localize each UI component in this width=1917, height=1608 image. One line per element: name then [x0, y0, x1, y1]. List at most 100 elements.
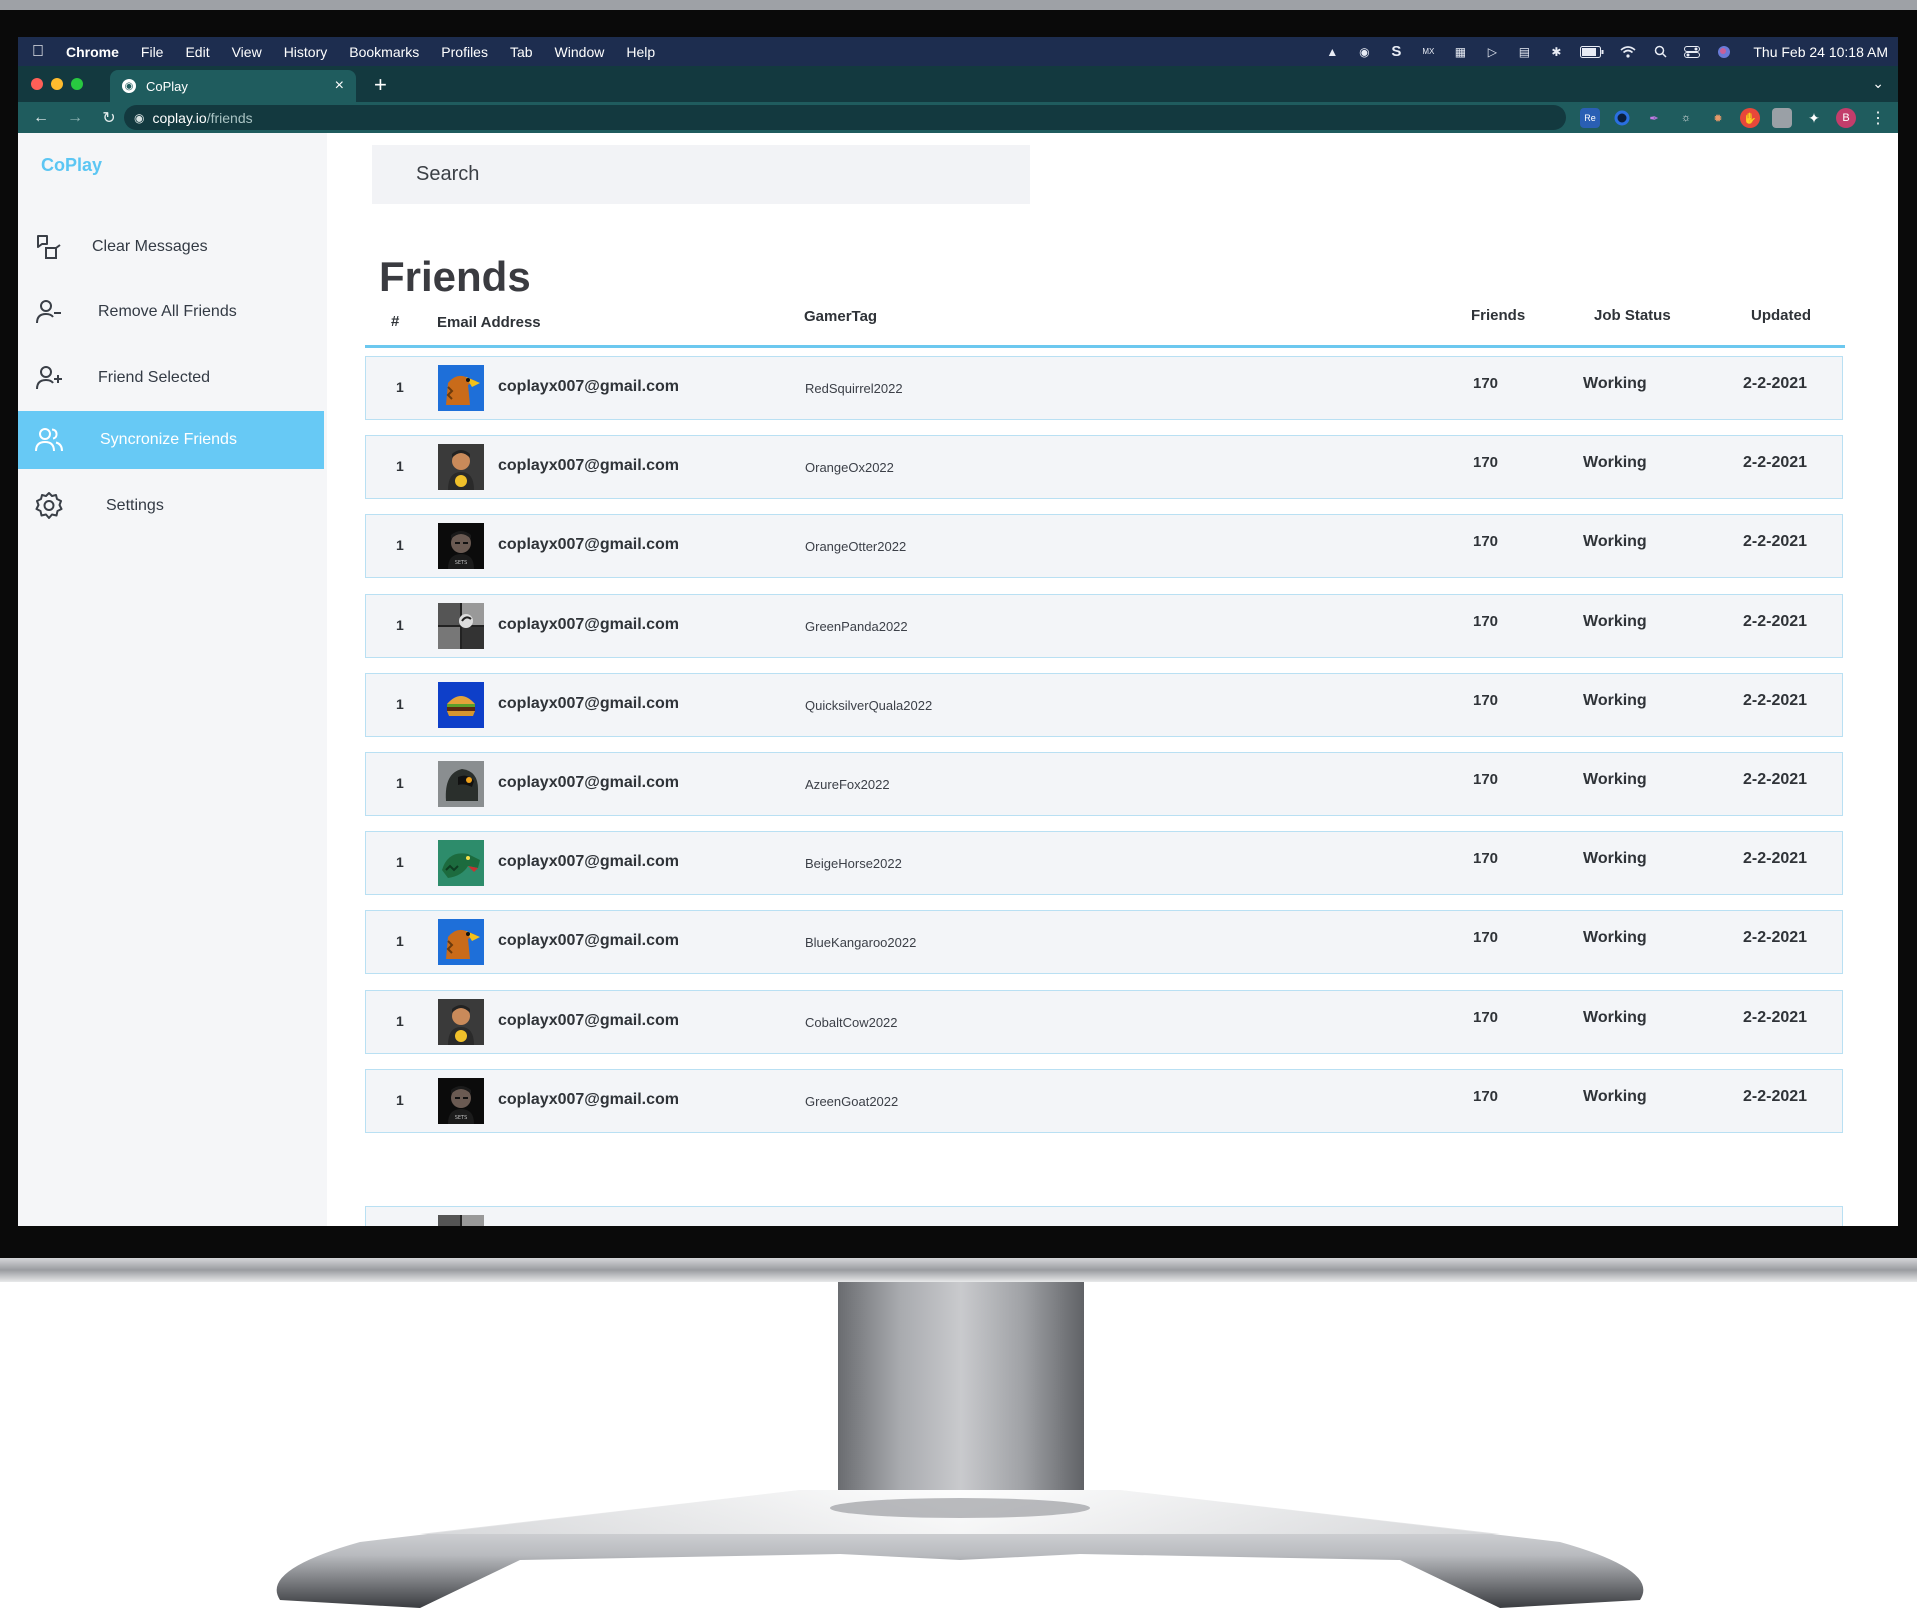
menu-help[interactable]: Help — [626, 44, 655, 60]
dino-avatar — [438, 840, 484, 887]
extension-eye-icon[interactable]: ☼ — [1676, 108, 1696, 128]
extension-cog-icon[interactable]: ✹ — [1708, 108, 1728, 128]
clear-messages-icon — [37, 235, 61, 259]
close-window-button[interactable] — [31, 78, 43, 90]
menu-window[interactable]: Window — [555, 44, 605, 60]
grid-icon[interactable]: ▦ — [1451, 44, 1469, 60]
apple-icon[interactable]:  — [32, 43, 48, 61]
row-email: coplayx007@gmail.com — [498, 615, 680, 633]
sidebar-item-syncronize-friends[interactable]: Syncronize Friends — [18, 411, 324, 469]
extensions-puzzle-icon[interactable]: ✦ — [1804, 108, 1824, 128]
menu-file[interactable]: File — [141, 44, 164, 60]
row-number: 1 — [396, 537, 404, 554]
battery-icon[interactable] — [1579, 44, 1605, 60]
profile-avatar[interactable]: B — [1836, 108, 1856, 128]
mx-icon[interactable]: MX — [1419, 44, 1437, 60]
back-arrow-icon[interactable]: ← — [30, 109, 52, 127]
svg-text:SETS: SETS — [455, 560, 468, 566]
menu-history[interactable]: History — [284, 44, 328, 60]
row-friends-count: 170 — [1473, 771, 1499, 788]
row-email: coplayx007@gmail.com — [498, 853, 680, 871]
table-row[interactable]: 1 SETS coplayx007@gmail.com GreenGoat2022 17… — [365, 1068, 1843, 1133]
row-email: coplayx007@gmail.com — [498, 1090, 680, 1108]
sidebar-item-remove-all-friends[interactable]: Remove All Friends — [18, 283, 324, 341]
row-updated-date: 2-2-2021 — [1743, 771, 1808, 788]
table-row[interactable]: 1 coplayx007@gmail.com BlueKangaroo2022 170… — [365, 910, 1843, 975]
row-email: coplayx007@gmail.com — [498, 378, 680, 395]
wifi-icon[interactable] — [1619, 44, 1637, 60]
window-controls — [31, 78, 83, 90]
page-title: Friends — [379, 253, 531, 300]
maximize-window-button[interactable] — [71, 78, 83, 90]
spotlight-icon[interactable] — [1651, 44, 1669, 60]
table-row[interactable]: 1 coplayx007@gmail.com QuicksilverQuala202… — [365, 672, 1843, 737]
url-path: /friends — [206, 109, 253, 126]
column-header-gamertag[interactable]: GamerTag — [804, 308, 877, 325]
globe-icon[interactable]: ◉ — [1355, 44, 1373, 60]
reload-icon[interactable]: ↻ — [98, 108, 120, 128]
row-gamertag: GreenGoat2022 — [805, 1093, 899, 1109]
new-tab-button[interactable]: + — [374, 72, 387, 98]
drive-icon[interactable]: ▲ — [1323, 44, 1341, 60]
site-info-icon[interactable]: ◉ — [134, 111, 144, 125]
s-icon[interactable]: S — [1387, 43, 1405, 60]
dark-face-avatar: SETS — [438, 1077, 484, 1124]
table-row[interactable]: 1 SETS coplayx007@gmail.com OrangeOtter2022… — [365, 514, 1843, 579]
table-row[interactable]: 1 coplayx007@gmail.com BeigeHorse2022 170 Wo… — [365, 831, 1843, 896]
menubar-clock[interactable]: Thu Feb 24 10:18 AM — [1753, 44, 1888, 60]
column-header-friends[interactable]: Friends — [1471, 307, 1525, 324]
chrome-menu-icon[interactable]: ⋮ — [1868, 108, 1888, 128]
sidebar-item-clear-messages[interactable]: Clear Messages — [18, 218, 324, 276]
browser-tab-strip: ◉ CoPlay × + ⌄ — [18, 66, 1898, 102]
row-number: 1 — [396, 458, 404, 475]
row-updated-date: 2-2-2021 — [1743, 850, 1808, 868]
siri-icon[interactable] — [1715, 44, 1733, 60]
column-header-job-status[interactable]: Job Status — [1594, 307, 1671, 324]
extension-hand-icon[interactable]: ✋ — [1740, 108, 1760, 128]
tab-search-chevron-icon[interactable]: ⌄ — [1872, 75, 1884, 92]
menu-edit[interactable]: Edit — [185, 44, 209, 60]
row-number: 1 — [396, 695, 404, 712]
extension-feather-icon[interactable]: ✒ — [1644, 108, 1664, 128]
card-icon[interactable]: ▤ — [1515, 44, 1533, 60]
extension-square-icon[interactable] — [1772, 108, 1792, 128]
browser-tab-coplay[interactable]: ◉ CoPlay × — [110, 70, 356, 102]
menu-bookmarks[interactable]: Bookmarks — [349, 44, 419, 60]
close-tab-icon[interactable]: × — [335, 77, 344, 95]
sidebar-item-label: Remove All Friends — [98, 303, 237, 320]
row-job-status: Working — [1583, 691, 1647, 709]
minimize-window-button[interactable] — [51, 78, 63, 90]
column-header-number[interactable]: # — [391, 313, 399, 330]
table-row[interactable]: 1 coplayx007@gmail.com CobaltCow2022 170 Wor… — [365, 989, 1843, 1054]
table-row[interactable]: 1 coplayx007@gmail.com RedSquirrel2022 170 W… — [365, 356, 1843, 420]
menu-app-name[interactable]: Chrome — [66, 44, 119, 60]
table-row[interactable]: 1 coplayx007@gmail.com OrangeOx2022 170 Work… — [365, 435, 1843, 500]
extension-re-icon[interactable]: Re — [1580, 108, 1600, 128]
column-header-updated[interactable]: Updated — [1751, 307, 1811, 324]
row-job-status: Working — [1583, 771, 1647, 788]
sidebar-item-friend-selected[interactable]: Friend Selected — [18, 349, 324, 407]
table-row[interactable]: 1 coplayx007@gmail.com AzureFox2022 170 Work… — [365, 752, 1843, 816]
burger-avatar — [438, 681, 484, 728]
menu-tab[interactable]: Tab — [510, 44, 533, 60]
menu-profiles[interactable]: Profiles — [441, 44, 488, 60]
screen:  Chrome File Edit View History Bookmark… — [18, 37, 1898, 1226]
mac-menubar:  Chrome File Edit View History Bookmark… — [18, 37, 1898, 66]
play-icon[interactable]: ▷ — [1483, 44, 1501, 60]
extension-circle-icon[interactable] — [1612, 108, 1632, 128]
bluetooth-icon[interactable]: ✱ — [1547, 44, 1565, 60]
table-row[interactable]: 1 coplayx007@gmail.com GreenPanda2022 170 Wo… — [365, 593, 1843, 658]
row-number: 1 — [396, 775, 404, 791]
brand-logo[interactable]: CoPlay — [41, 155, 102, 176]
address-bar[interactable]: ◉ coplay.io/friends — [124, 105, 1566, 130]
sidebar-item-label: Clear Messages — [92, 238, 208, 255]
menu-view[interactable]: View — [232, 44, 262, 60]
gear-icon — [35, 492, 63, 519]
column-header-email[interactable]: Email Address — [437, 314, 541, 331]
table-row-partial[interactable] — [365, 1206, 1843, 1226]
search-input[interactable]: Search — [372, 145, 1030, 204]
forward-arrow-icon[interactable]: → — [64, 109, 86, 127]
sidebar-item-settings[interactable]: Settings — [18, 477, 324, 535]
control-center-icon[interactable] — [1683, 44, 1701, 60]
row-friends-count: 170 — [1473, 533, 1499, 551]
